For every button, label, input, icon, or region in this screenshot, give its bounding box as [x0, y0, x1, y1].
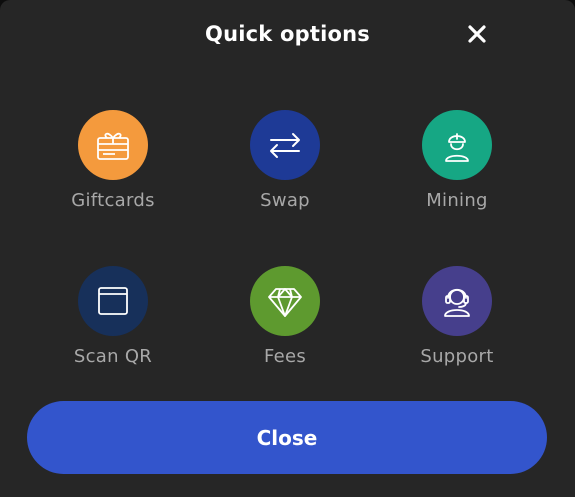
swap-arrows-icon — [250, 110, 320, 180]
close-icon[interactable] — [463, 20, 491, 48]
option-label: Swap — [260, 190, 310, 211]
option-label: Fees — [263, 346, 307, 367]
option-label: Giftcards — [71, 190, 155, 211]
option-mining[interactable]: Mining — [382, 110, 532, 230]
headset-agent-icon — [422, 266, 492, 336]
quick-options-sheet: Quick options Giftcards Swap Mining Scan… — [0, 0, 575, 497]
option-support[interactable]: Support — [382, 266, 532, 386]
option-giftcards[interactable]: Giftcards — [38, 110, 188, 230]
option-label: Scan QR — [73, 346, 153, 367]
close-button[interactable]: Close — [27, 401, 547, 474]
option-scan-qr[interactable]: Scan QR — [38, 266, 188, 386]
option-swap[interactable]: Swap — [210, 110, 360, 230]
scan-window-icon — [78, 266, 148, 336]
option-fees[interactable]: Fees — [210, 266, 360, 386]
miner-helmet-icon — [422, 110, 492, 180]
gift-card-icon — [78, 110, 148, 180]
option-label: Mining — [426, 190, 488, 211]
option-label: Support — [420, 346, 494, 367]
diamond-icon — [250, 266, 320, 336]
